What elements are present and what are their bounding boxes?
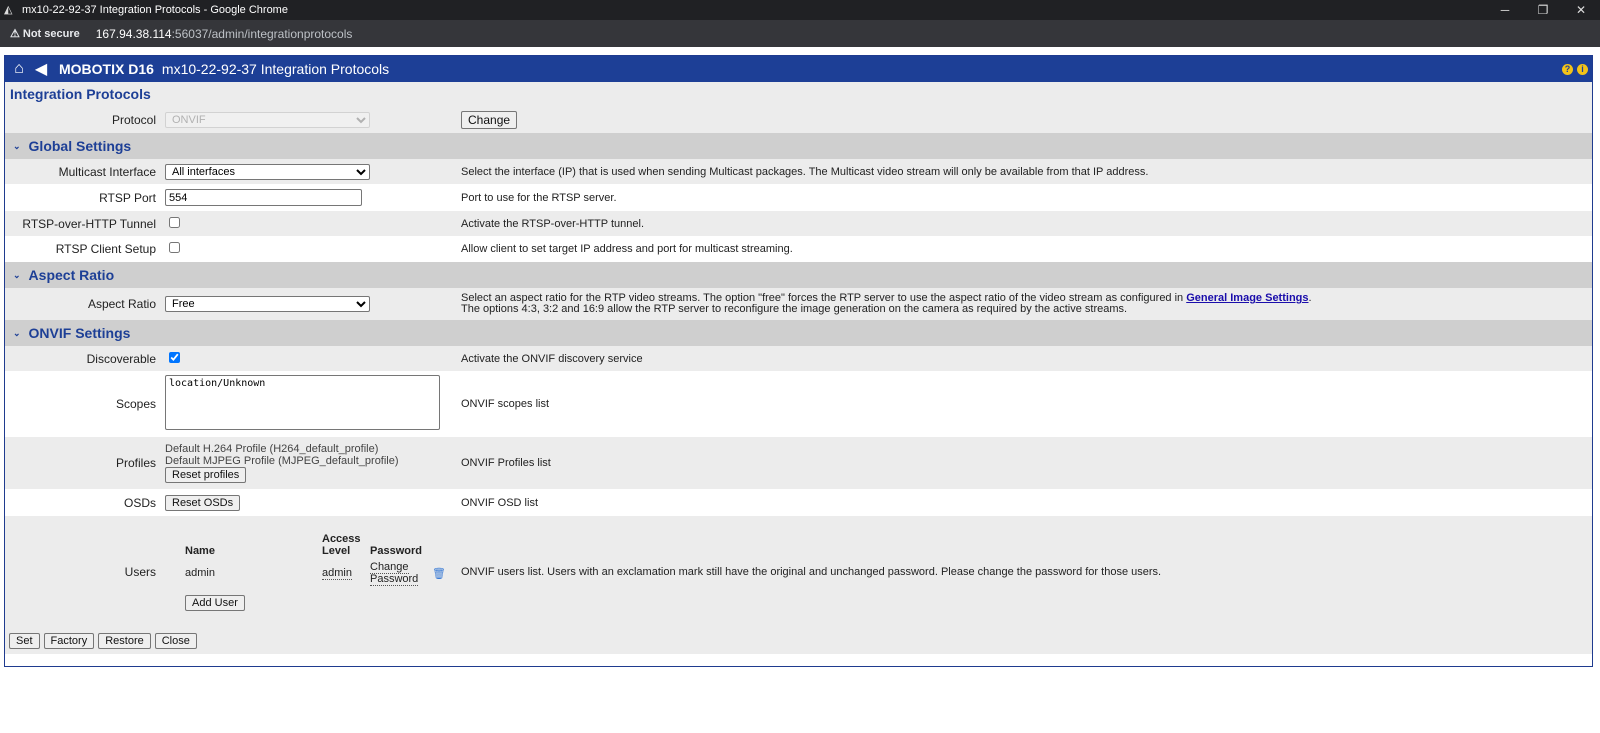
discoverable-checkbox[interactable]: [169, 351, 180, 363]
url-field[interactable]: 167.94.38.114:56037/admin/integrationpro…: [96, 27, 353, 41]
user-name: admin: [185, 567, 215, 579]
protocol-label: Protocol: [111, 112, 156, 127]
page-title: Integration Protocols: [5, 82, 1592, 106]
rtsp-port-label: RTSP Port: [99, 190, 156, 205]
col-password: Password: [370, 545, 422, 557]
scopes-row: Scopes location/Unknown ONVIF scopes lis…: [5, 371, 1592, 437]
client-setup-description: Allow client to set target IP address an…: [461, 243, 793, 255]
users-description: ONVIF users list. Users with an exclamat…: [461, 566, 1162, 578]
users-table: Name Access Level Password admin admin Ch…: [185, 531, 446, 613]
change-protocol-button[interactable]: Change: [461, 110, 518, 129]
url-path: :56037/admin/integrationprotocols: [171, 26, 353, 41]
scopes-label: Scopes: [115, 397, 156, 411]
discoverable-description: Activate the ONVIF discovery service: [461, 352, 643, 365]
client-setup-checkbox[interactable]: [169, 242, 180, 253]
osds-row: OSDs Reset OSDs ONVIF OSD list: [5, 489, 1592, 516]
help-icon[interactable]: ?: [1562, 63, 1573, 75]
profiles-row: Profiles Default H.264 Profile (H264_def…: [5, 437, 1592, 489]
window-title: mx10-22-92-37 Integration Protocols - Go…: [22, 4, 288, 16]
tunnel-label: RTSP-over-HTTP Tunnel: [22, 216, 156, 231]
client-setup-row: RTSP Client Setup Allow client to set ta…: [5, 236, 1592, 262]
multicast-description: Select the interface (IP) that is used w…: [461, 165, 1149, 178]
page-frame: ⌂ ◀ MOBOTIX D16 mx10-22-92-37 Integratio…: [4, 55, 1593, 667]
aspect-ratio-header[interactable]: ⌄ Aspect Ratio: [5, 262, 1592, 288]
scopes-description: ONVIF scopes list: [461, 398, 550, 410]
rtsp-port-row: RTSP Port Port to use for the RTSP serve…: [5, 184, 1592, 211]
home-icon[interactable]: ⌂: [11, 60, 27, 78]
users-table-header: Name Access Level Password: [185, 531, 446, 559]
change-password-link[interactable]: Change Password: [370, 561, 419, 586]
profile-mjpeg: Default MJPEG Profile (MJPEG_default_pro…: [165, 455, 399, 467]
add-user-button[interactable]: Add User: [185, 595, 245, 611]
user-access-level[interactable]: admin: [322, 567, 352, 580]
osds-description: ONVIF OSD list: [461, 496, 539, 509]
warning-icon: ⚠: [10, 28, 20, 40]
rtsp-port-input[interactable]: [165, 189, 362, 206]
users-row: Users Name Access Level Password admin ad…: [5, 516, 1592, 628]
aspect-ratio-description: Select an aspect ratio for the RTP video…: [461, 293, 1592, 315]
rtsp-port-description: Port to use for the RTSP server.: [461, 191, 617, 204]
reset-profiles-button[interactable]: Reset profiles: [165, 467, 247, 483]
chevron-down-icon: ⌄: [13, 269, 21, 280]
protocol-row: Protocol ONVIF Change: [5, 106, 1592, 133]
profiles-label: Profiles: [115, 456, 156, 470]
multicast-label: Multicast Interface: [58, 164, 156, 179]
aspect-ratio-row: Aspect Ratio Free Select an aspect ratio…: [5, 288, 1592, 320]
onvif-settings-header[interactable]: ⌄ ONVIF Settings: [5, 320, 1592, 346]
table-row: admin admin Change Password 🗑: [185, 559, 446, 587]
mobotix-logo-icon: ◭: [4, 4, 13, 16]
onvif-settings-title: ONVIF Settings: [28, 325, 131, 341]
discoverable-row: Discoverable Activate the ONVIF discover…: [5, 346, 1592, 371]
chevron-down-icon: ⌄: [13, 327, 21, 338]
col-name: Name: [185, 545, 215, 557]
security-label: Not secure: [22, 27, 80, 40]
aspect-desc-text-2: The options 4:3, 3:2 and 16:9 allow the …: [461, 303, 1128, 315]
multicast-interface-select[interactable]: All interfaces: [165, 163, 370, 180]
close-button[interactable]: Close: [154, 633, 197, 649]
aspect-ratio-title: Aspect Ratio: [28, 267, 115, 283]
brand-name: MOBOTIX D16: [59, 61, 154, 77]
aspect-ratio-select[interactable]: Free: [165, 296, 370, 312]
chevron-down-icon: ⌄: [13, 140, 21, 151]
info-icon[interactable]: i: [1577, 63, 1588, 75]
security-chip[interactable]: ⚠ Not secure: [4, 27, 86, 41]
tunnel-description: Activate the RTSP-over-HTTP tunnel.: [461, 217, 644, 230]
osds-label: OSDs: [123, 495, 156, 510]
window-titlebar: ◭ mx10-22-92-37 Integration Protocols - …: [0, 0, 1600, 20]
trash-icon[interactable]: 🗑: [432, 568, 446, 580]
page-header: ⌂ ◀ MOBOTIX D16 mx10-22-92-37 Integratio…: [5, 56, 1592, 82]
aspect-ratio-label: Aspect Ratio: [87, 297, 156, 311]
url-host: 167.94.38.114: [95, 26, 172, 41]
factory-button[interactable]: Factory: [43, 633, 95, 649]
tunnel-checkbox[interactable]: [169, 216, 180, 228]
general-image-settings-link[interactable]: General Image Settings: [1186, 292, 1308, 304]
profiles-description: ONVIF Profiles list: [461, 457, 551, 469]
protocol-select[interactable]: ONVIF: [165, 111, 370, 128]
multicast-row: Multicast Interface All interfaces Selec…: [5, 159, 1592, 184]
global-settings-title: Global Settings: [28, 138, 132, 154]
minimize-icon[interactable]: ─: [1486, 3, 1524, 17]
profile-h264: Default H.264 Profile (H264_default_prof…: [165, 443, 379, 455]
back-arrow-icon[interactable]: ◀: [33, 59, 49, 79]
set-button[interactable]: Set: [9, 633, 40, 649]
aspect-desc-end: .: [1308, 292, 1312, 304]
reset-osds-button[interactable]: Reset OSDs: [165, 494, 241, 511]
address-bar[interactable]: ⚠ Not secure 167.94.38.114:56037/admin/i…: [0, 20, 1600, 47]
footer-toolbar: Set Factory Restore Close: [5, 628, 1592, 654]
discoverable-label: Discoverable: [86, 351, 156, 366]
restore-button[interactable]: Restore: [98, 633, 151, 649]
col-access-level: Access Level: [322, 533, 361, 557]
close-icon[interactable]: ✕: [1562, 3, 1600, 17]
users-label: Users: [124, 565, 156, 579]
restore-icon[interactable]: ❐: [1524, 3, 1562, 17]
scopes-textarea[interactable]: location/Unknown: [165, 375, 440, 430]
global-settings-header[interactable]: ⌄ Global Settings: [5, 133, 1592, 159]
client-setup-label: RTSP Client Setup: [55, 242, 156, 256]
tunnel-row: RTSP-over-HTTP Tunnel Activate the RTSP-…: [5, 211, 1592, 236]
header-page-name: mx10-22-92-37 Integration Protocols: [161, 61, 390, 77]
